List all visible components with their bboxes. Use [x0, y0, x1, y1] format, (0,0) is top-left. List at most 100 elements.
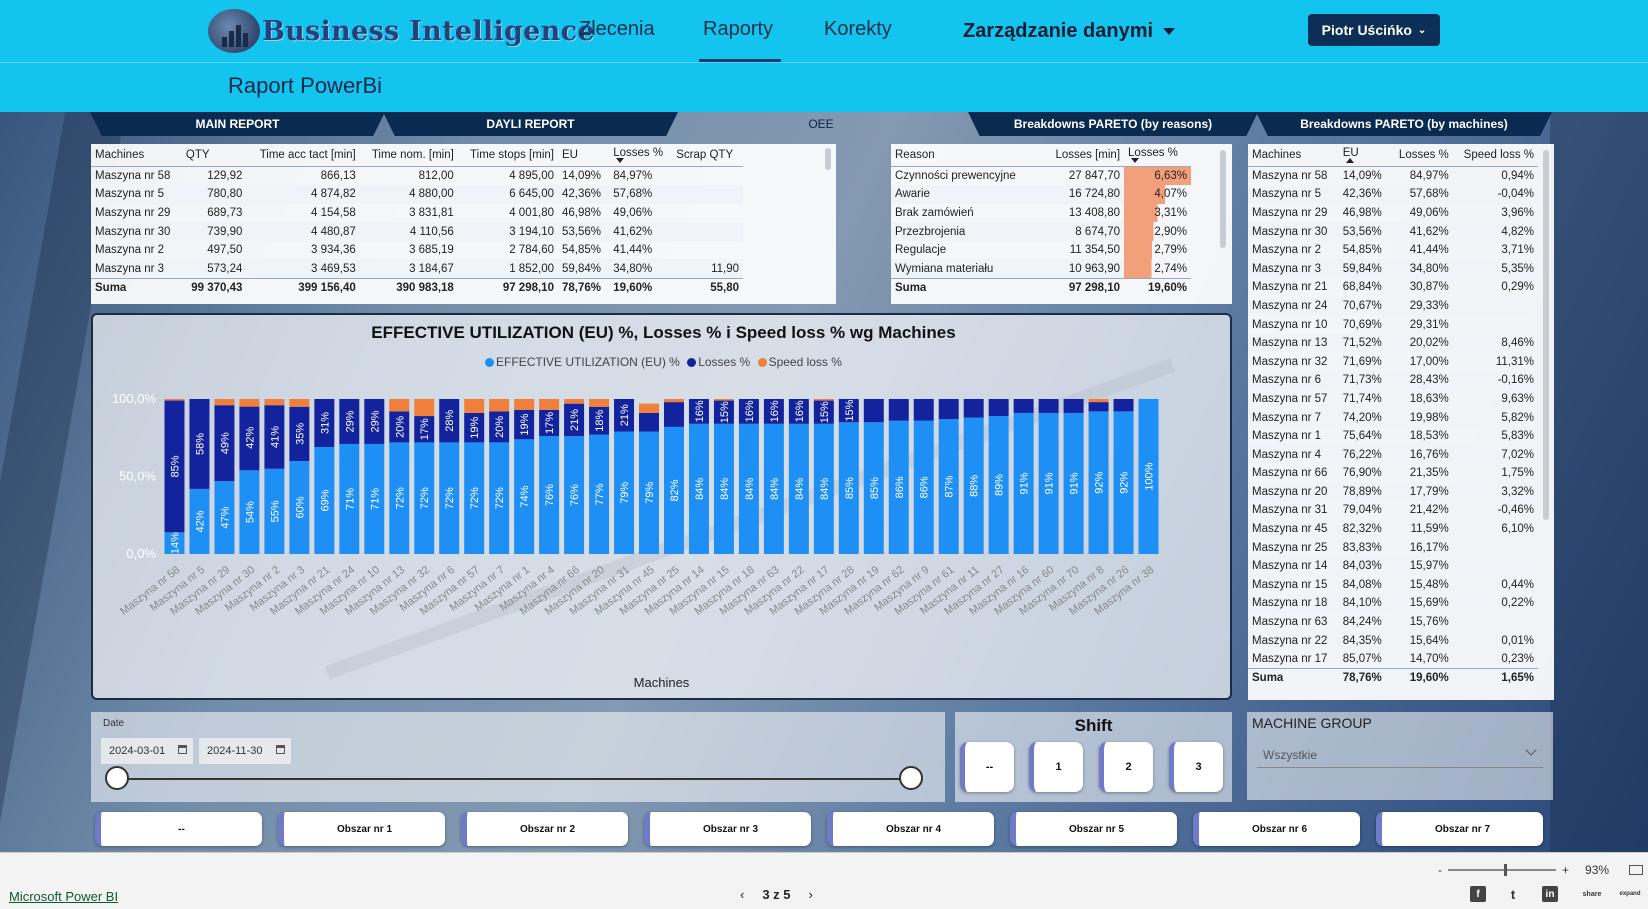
table-row[interactable]: Maszyna nr 30 53,56% 41,62% 4,82%	[1248, 222, 1538, 241]
table-row[interactable]: Maszyna nr 4 76,22% 16,76% 7,02%	[1248, 445, 1538, 464]
table-row[interactable]: Przezbrojenia 8 674,70 2,90%	[891, 222, 1191, 241]
table-row[interactable]: Maszyna nr 5 780,80 4 874,82 4 880,00 6 645,…	[91, 185, 743, 204]
facebook-icon[interactable]: f	[1470, 886, 1486, 902]
table-row[interactable]: Maszyna nr 57 71,74% 18,63% 9,63%	[1248, 390, 1538, 409]
table-row[interactable]: Maszyna nr 14 84,03% 15,97%	[1248, 556, 1538, 576]
table-row[interactable]: Wymiana materiału 10 963,90 2,74%	[891, 259, 1191, 279]
table-row[interactable]: Maszyna nr 32 71,69% 17,00% 11,31%	[1248, 352, 1538, 371]
col-header-sorted[interactable]: EU	[1338, 144, 1390, 167]
zoom-out-button[interactable]: -	[1438, 863, 1442, 877]
table-row[interactable]: Maszyna nr 31 79,04% 21,42% -0,46%	[1248, 501, 1538, 520]
scrollbar[interactable]	[825, 148, 831, 170]
nav-raporty[interactable]: Raporty	[703, 18, 773, 41]
table-row[interactable]: Maszyna nr 6 71,73% 28,43% -0,16%	[1248, 371, 1538, 390]
col-header[interactable]: Time stops [min]	[457, 144, 558, 167]
table-row[interactable]: Czynności prewencyjne 27 847,70 6,63%	[891, 166, 1191, 186]
machine-group-dropdown[interactable]: Wszystkie	[1257, 740, 1543, 768]
user-menu-button[interactable]: Piotr Uścińko ⌄	[1308, 14, 1440, 46]
nav-zlecenia[interactable]: Zlecenia	[579, 18, 655, 41]
area-button-2[interactable]: Obszar nr 2	[461, 812, 628, 846]
table-row[interactable]: Maszyna nr 66 76,90% 21,35% 1,75%	[1248, 464, 1538, 483]
table-row[interactable]: Regulacje 11 354,50 2,79%	[891, 240, 1191, 260]
nav-korekty[interactable]: Korekty	[824, 18, 892, 41]
col-header[interactable]: Losses [min]	[1040, 144, 1125, 167]
table-row[interactable]: Maszyna nr 2 54,85% 41,44% 3,71%	[1248, 241, 1538, 260]
zoom-in-button[interactable]: +	[1562, 863, 1569, 877]
table-row[interactable]: Maszyna nr 45 82,32% 11,59% 6,10%	[1248, 519, 1538, 539]
table-row[interactable]: Maszyna nr 30 739,90 4 480,87 4 110,56 3 194…	[91, 222, 743, 241]
table-row[interactable]: Maszyna nr 20 78,89% 17,79% 3,32%	[1248, 482, 1538, 502]
expand-icon[interactable]: expand	[1616, 886, 1644, 902]
tab-pareto-machines[interactable]: Breakdowns PARETO (by machines)	[1256, 112, 1552, 136]
col-header[interactable]: Scrap QTY	[672, 144, 743, 167]
table-row[interactable]: Maszyna nr 18 84,10% 15,69% 0,22%	[1248, 594, 1538, 613]
table-row[interactable]: Maszyna nr 24 70,67% 29,33%	[1248, 296, 1538, 316]
table-row[interactable]: Maszyna nr 3 59,84% 34,80% 5,35%	[1248, 259, 1538, 279]
table-row[interactable]: Maszyna nr 1 75,64% 18,53% 5,83%	[1248, 427, 1538, 446]
table-row[interactable]: Maszyna nr 10 70,69% 29,31%	[1248, 315, 1538, 334]
tab-main-report[interactable]: MAIN REPORT	[90, 112, 385, 136]
area-button-all[interactable]: --	[95, 812, 262, 846]
table-row[interactable]: Maszyna nr 15 84,08% 15,48% 0,44%	[1248, 576, 1538, 595]
nav-data-management-dropdown[interactable]: Zarządzanie danymi	[963, 20, 1176, 43]
col-header[interactable]: QTY	[181, 144, 247, 167]
calendar-icon[interactable]	[178, 745, 187, 754]
col-header[interactable]: EU	[557, 144, 610, 167]
table-row[interactable]: Maszyna nr 7 74,20% 19,98% 5,82%	[1248, 408, 1538, 427]
col-header[interactable]: Losses %	[1389, 144, 1453, 167]
table-row[interactable]: Maszyna nr 5 42,36% 57,68% -0,04%	[1248, 185, 1538, 204]
col-header[interactable]: Time acc tact [min]	[246, 144, 360, 167]
area-button-3[interactable]: Obszar nr 3	[644, 812, 811, 846]
table-row[interactable]: Awarie 16 724,80 4,07%	[891, 185, 1191, 204]
table-row[interactable]: Maszyna nr 13 71,52% 20,02% 8,46%	[1248, 333, 1538, 353]
area-button-4[interactable]: Obszar nr 4	[827, 812, 994, 846]
date-range-start-handle[interactable]	[105, 766, 129, 790]
shift-option-1[interactable]: 1	[1029, 742, 1083, 792]
tab-oee[interactable]: OEE	[676, 112, 966, 136]
next-page-icon[interactable]: ›	[809, 887, 813, 902]
share-icon[interactable]: share	[1580, 886, 1604, 902]
scrollbar[interactable]	[1220, 150, 1226, 248]
table-row[interactable]: Maszyna nr 58 129,92 866,13 812,00 4 895,00 1…	[91, 167, 743, 186]
table-row[interactable]: Maszyna nr 29 689,73 4 154,58 3 831,81 4 001…	[91, 204, 743, 223]
table-row[interactable]: Maszyna nr 21 68,84% 30,87% 0,29%	[1248, 278, 1538, 297]
table-row[interactable]: Maszyna nr 29 46,98% 49,06% 3,96%	[1248, 204, 1538, 223]
table-row[interactable]: Maszyna nr 63 84,24% 15,76%	[1248, 613, 1538, 632]
col-header[interactable]: Speed loss %	[1452, 144, 1538, 167]
tab-dayli-report[interactable]: DAYLI REPORT	[383, 112, 678, 136]
area-button-1[interactable]: Obszar nr 1	[278, 812, 445, 846]
scrollbar[interactable]	[1543, 150, 1549, 520]
col-header[interactable]: Time nom. [min]	[359, 144, 458, 167]
date-to-input[interactable]: 2024-11-30	[199, 738, 291, 764]
col-header-sorted[interactable]: Losses %	[609, 144, 673, 167]
date-range-end-handle[interactable]	[899, 766, 923, 790]
area-button-7[interactable]: Obszar nr 7	[1376, 812, 1543, 846]
col-header[interactable]: Machines	[1248, 144, 1339, 167]
col-header[interactable]: Machines	[91, 144, 182, 167]
zoom-slider[interactable]	[1448, 864, 1556, 876]
shift-option-all[interactable]: --	[960, 742, 1014, 792]
table-row[interactable]: Maszyna nr 3 573,24 3 469,53 3 184,67 1 852,…	[91, 259, 743, 279]
shift-option-2[interactable]: 2	[1099, 742, 1153, 792]
zoom-slider-handle[interactable]	[1504, 864, 1507, 876]
date-from-input[interactable]: 2024-03-01	[101, 738, 193, 764]
area-button-6[interactable]: Obszar nr 6	[1193, 812, 1360, 846]
col-header-sorted[interactable]: Losses %	[1124, 144, 1191, 167]
shift-option-3[interactable]: 3	[1169, 742, 1223, 792]
table-row[interactable]: Brak zamówień 13 408,80 3,31%	[891, 203, 1191, 223]
area-button-5[interactable]: Obszar nr 5	[1010, 812, 1177, 846]
date-range-track[interactable]	[117, 778, 907, 780]
col-header[interactable]: Reason	[891, 144, 1041, 167]
prev-page-icon[interactable]: ‹	[740, 887, 744, 902]
app-logo[interactable]: Business Intelligence	[208, 8, 595, 54]
twitter-icon[interactable]: t	[1505, 886, 1521, 902]
calendar-icon[interactable]	[276, 745, 285, 754]
table-row[interactable]: Maszyna nr 22 84,35% 15,64% 0,01%	[1248, 631, 1538, 650]
linkedin-icon[interactable]: in	[1542, 886, 1558, 902]
tab-pareto-reasons[interactable]: Breakdowns PARETO (by reasons)	[968, 112, 1258, 136]
table-row[interactable]: Maszyna nr 2 497,50 3 934,36 3 685,19 2 784,…	[91, 241, 743, 260]
powerbi-link[interactable]: Microsoft Power BI	[9, 889, 118, 904]
table-row[interactable]: Maszyna nr 25 83,83% 16,17%	[1248, 538, 1538, 557]
table-row[interactable]: Maszyna nr 17 85,07% 14,70% 0,23%	[1248, 650, 1538, 669]
fit-page-icon[interactable]	[1629, 865, 1644, 875]
